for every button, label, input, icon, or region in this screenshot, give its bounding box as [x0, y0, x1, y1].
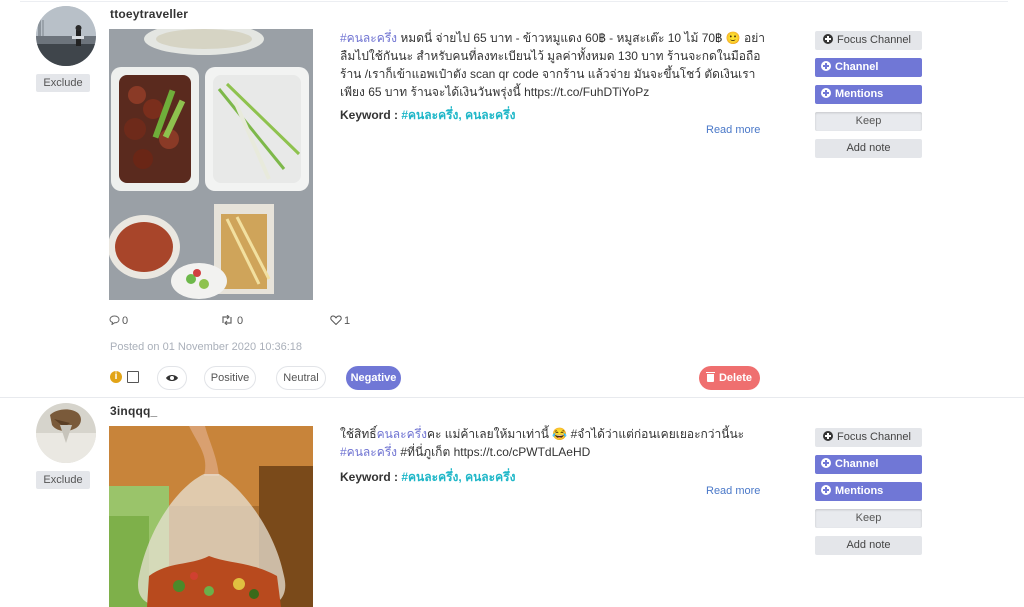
avatar[interactable]	[36, 403, 96, 463]
plus-circle-icon	[821, 61, 831, 71]
heart-icon	[330, 315, 342, 326]
post-image[interactable]	[109, 426, 313, 607]
info-icon[interactable]: i	[110, 371, 122, 383]
view-button[interactable]	[157, 366, 187, 390]
hashtag-link[interactable]: #คนละครึ่ง	[340, 445, 397, 459]
select-checkbox[interactable]	[127, 371, 139, 383]
channel-button[interactable]: Channel	[815, 58, 922, 77]
plus-circle-icon	[821, 458, 831, 468]
post-body: หมดนี่ จ่ายไป 65 บาท - ข้าวหมูแดง 60฿ - …	[340, 31, 765, 99]
comment-count-value: 0	[122, 315, 129, 327]
post-text: ใช้สิทธิ์คนละครึ่งคะ แม่ค้าเลยให้มาเท่าน…	[340, 425, 772, 461]
keyword-row: Keyword : #คนละครึ่ง, คนละครึ่ง	[340, 468, 515, 487]
retweet-icon	[222, 314, 232, 326]
channel-label: Channel	[835, 458, 879, 470]
plus-circle-icon	[821, 485, 831, 495]
comment-count[interactable]: 0	[109, 315, 128, 327]
eye-icon	[166, 375, 178, 381]
sentiment-neutral-button[interactable]: Neutral	[276, 366, 326, 390]
exclude-button[interactable]: Exclude	[36, 471, 90, 489]
keyword-row: Keyword : #คนละครึ่ง, คนละครึ่ง	[340, 106, 515, 125]
focus-channel-button[interactable]: Focus Channel	[815, 428, 922, 447]
post-image[interactable]	[109, 29, 313, 300]
keyword-value: #คนละครึ่ง, คนละครึ่ง	[401, 108, 516, 122]
focus-channel-label: Focus Channel	[837, 431, 911, 443]
post-body: ใช้สิทธิ์	[340, 427, 377, 441]
focus-channel-button[interactable]: Focus Channel	[815, 31, 922, 50]
add-note-button[interactable]: Add note	[815, 536, 922, 555]
focus-channel-label: Focus Channel	[837, 34, 911, 46]
mentions-label: Mentions	[835, 485, 884, 497]
mentions-label: Mentions	[835, 88, 884, 100]
keep-button[interactable]: Keep	[815, 112, 922, 131]
channel-label: Channel	[835, 61, 879, 73]
post-text: #คนละครึ่ง หมดนี่ จ่ายไป 65 บาท - ข้าวหม…	[340, 29, 772, 101]
post-card: Exclude ttoeytraveller #คนละครึ่ง หมดนี่…	[0, 0, 1024, 396]
read-more-link[interactable]: Read more	[706, 124, 760, 136]
plus-circle-icon	[821, 88, 831, 98]
username[interactable]: ttoeytraveller	[110, 7, 188, 21]
like-count-value: 1	[344, 315, 351, 327]
posted-timestamp: Posted on 01 November 2020 10:36:18	[110, 341, 303, 353]
read-more-link[interactable]: Read more	[706, 485, 760, 497]
add-note-button[interactable]: Add note	[815, 139, 922, 158]
keyword-value: #คนละครึ่ง, คนละครึ่ง	[401, 470, 516, 484]
post-actions: i Positive Neutral Negative Delete	[0, 366, 1024, 392]
sentiment-positive-button[interactable]: Positive	[204, 366, 256, 390]
sentiment-negative-button[interactable]: Negative	[346, 366, 401, 390]
like-count[interactable]: 1	[330, 315, 350, 327]
keyword-label: Keyword :	[340, 108, 399, 122]
keyword-label: Keyword :	[340, 470, 399, 484]
post-card: Exclude 3inqqq_ ใช้สิทธิ์คนละครึ่งคะ แม่…	[0, 397, 1024, 607]
exclude-button[interactable]: Exclude	[36, 74, 90, 92]
channel-button[interactable]: Channel	[815, 455, 922, 474]
comment-icon	[109, 315, 120, 326]
post-body: คะ แม่ค้าเลยให้มาเท่านี้ 😂 #จำได้ว่าแต่ก…	[426, 427, 745, 441]
mentions-button[interactable]: Mentions	[815, 85, 922, 104]
keep-button[interactable]: Keep	[815, 509, 922, 528]
trash-icon	[705, 372, 715, 382]
delete-button[interactable]: Delete	[699, 366, 760, 390]
avatar[interactable]	[36, 6, 96, 66]
retweet-count[interactable]: 0	[220, 314, 244, 327]
post-body: #ที่นี่ภูเก็ต https://t.co/cPWTdLAeHD	[397, 445, 591, 459]
hashtag-link[interactable]: #คนละครึ่ง	[340, 31, 397, 45]
plus-circle-icon	[823, 34, 833, 44]
hashtag-link[interactable]: คนละครึ่ง	[377, 427, 427, 441]
retweet-count-value: 0	[237, 315, 244, 327]
mentions-button[interactable]: Mentions	[815, 482, 922, 501]
username[interactable]: 3inqqq_	[110, 404, 157, 418]
delete-label: Delete	[718, 372, 753, 384]
plus-circle-icon	[823, 431, 833, 441]
